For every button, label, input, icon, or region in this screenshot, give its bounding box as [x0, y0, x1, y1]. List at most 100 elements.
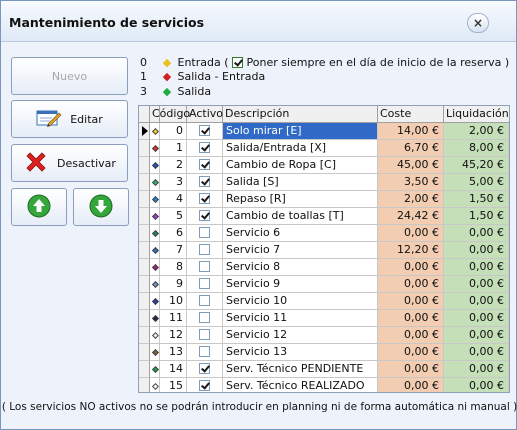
desactivar-button[interactable]: Desactivar [11, 144, 128, 182]
cell-coste[interactable]: 0,00 € [378, 259, 444, 276]
cell-liquidacion[interactable]: 0,00 € [444, 276, 509, 293]
cell-descripcion[interactable]: Servicio 9 [223, 276, 378, 293]
move-up-button[interactable] [11, 188, 67, 226]
cell-liquidacion[interactable]: 5,00 € [444, 174, 509, 191]
table-row[interactable]: 12 Servicio 12 0,00 €0,00 € [139, 327, 509, 344]
cell-liquidacion[interactable]: 45,20 € [444, 157, 509, 174]
cell-codigo[interactable]: 4 [160, 191, 187, 208]
move-down-button[interactable] [73, 188, 129, 226]
cell-codigo[interactable]: 12 [160, 327, 187, 344]
cell-codigo[interactable]: 8 [160, 259, 187, 276]
header-descripcion[interactable]: Descripción [223, 106, 378, 122]
table-row[interactable]: 14 Serv. Técnico PENDIENTE 0,00 €0,00 € [139, 361, 509, 378]
table-row[interactable]: 7 Servicio 7 12,20 €0,00 € [139, 242, 509, 259]
poner-siempre-checkbox[interactable] [232, 57, 244, 68]
table-row[interactable]: 4 Repaso [R] 2,00 €1,50 € [139, 191, 509, 208]
row-indicator[interactable] [139, 191, 150, 208]
cell-descripcion[interactable]: Salida/Entrada [X] [223, 140, 378, 157]
table-row[interactable]: 9 Servicio 9 0,00 €0,00 € [139, 276, 509, 293]
cell-coste[interactable]: 0,00 € [378, 310, 444, 327]
row-indicator[interactable] [139, 208, 150, 225]
cell-codigo[interactable]: 3 [160, 174, 187, 191]
cell-liquidacion[interactable]: 1,50 € [444, 208, 509, 225]
services-grid[interactable]: Código Activo Descripción Coste Liquidac… [138, 105, 510, 393]
cell-liquidacion[interactable]: 0,00 € [444, 225, 509, 242]
cell-descripcion[interactable]: Solo mirar [E] [223, 123, 378, 140]
row-indicator[interactable] [139, 140, 150, 157]
cell-coste[interactable]: 12,20 € [378, 242, 444, 259]
cell-coste[interactable]: 6,70 € [378, 140, 444, 157]
cell-descripcion[interactable]: Servicio 13 [223, 344, 378, 361]
header-coste[interactable]: Coste [378, 106, 444, 122]
row-indicator[interactable] [139, 378, 150, 392]
cell-codigo[interactable]: 9 [160, 276, 187, 293]
cell-descripcion[interactable]: Serv. Técnico REALIZADO [223, 378, 378, 392]
cell-codigo[interactable]: 14 [160, 361, 187, 378]
cell-codigo[interactable]: 0 [160, 123, 187, 140]
table-row[interactable]: 3 Salida [S] 3,50 €5,00 € [139, 174, 509, 191]
row-indicator[interactable] [139, 310, 150, 327]
cell-descripcion[interactable]: Cambio de Ropa [C] [223, 157, 378, 174]
cell-liquidacion[interactable]: 0,00 € [444, 310, 509, 327]
table-row[interactable]: 8 Servicio 8 0,00 €0,00 € [139, 259, 509, 276]
row-indicator[interactable] [139, 361, 150, 378]
cell-liquidacion[interactable]: 0,00 € [444, 361, 509, 378]
table-row[interactable]: 10 Servicio 10 0,00 €0,00 € [139, 293, 509, 310]
cell-codigo[interactable]: 11 [160, 310, 187, 327]
activo-checkbox[interactable] [199, 142, 210, 153]
header-activo[interactable]: Activo [187, 106, 223, 122]
activo-checkbox[interactable] [199, 380, 210, 391]
cell-coste[interactable]: 45,00 € [378, 157, 444, 174]
cell-liquidacion[interactable]: 0,00 € [444, 259, 509, 276]
activo-checkbox[interactable] [199, 346, 210, 357]
cell-liquidacion[interactable]: 0,00 € [444, 378, 509, 392]
table-row[interactable]: 13 Servicio 13 0,00 €0,00 € [139, 344, 509, 361]
table-row[interactable]: 6 Servicio 6 0,00 €0,00 € [139, 225, 509, 242]
cell-coste[interactable]: 14,00 € [378, 123, 444, 140]
activo-checkbox[interactable] [199, 363, 210, 374]
cell-liquidacion[interactable]: 0,00 € [444, 242, 509, 259]
activo-checkbox[interactable] [199, 295, 210, 306]
activo-checkbox[interactable] [199, 329, 210, 340]
cell-coste[interactable]: 2,00 € [378, 191, 444, 208]
activo-checkbox[interactable] [199, 312, 210, 323]
cell-coste[interactable]: 0,00 € [378, 293, 444, 310]
cell-codigo[interactable]: 10 [160, 293, 187, 310]
nuevo-button[interactable]: Nuevo [11, 57, 128, 95]
cell-codigo[interactable]: 1 [160, 140, 187, 157]
row-indicator[interactable] [139, 293, 150, 310]
cell-liquidacion[interactable]: 8,00 € [444, 140, 509, 157]
activo-checkbox[interactable] [199, 210, 210, 221]
cell-descripcion[interactable]: Cambio de toallas [T] [223, 208, 378, 225]
cell-descripcion[interactable]: Salida [S] [223, 174, 378, 191]
cell-codigo[interactable]: 7 [160, 242, 187, 259]
cell-descripcion[interactable]: Serv. Técnico PENDIENTE [223, 361, 378, 378]
cell-liquidacion[interactable]: 0,00 € [444, 293, 509, 310]
cell-liquidacion[interactable]: 2,00 € [444, 123, 509, 140]
cell-descripcion[interactable]: Servicio 11 [223, 310, 378, 327]
cell-descripcion[interactable]: Servicio 10 [223, 293, 378, 310]
table-row[interactable]: 0 Solo mirar [E] 14,00 €2,00 € [139, 123, 509, 140]
cell-coste[interactable]: 0,00 € [378, 327, 444, 344]
cell-coste[interactable]: 0,00 € [378, 276, 444, 293]
header-liquidacion[interactable]: Liquidación [444, 106, 509, 122]
cell-liquidacion[interactable]: 1,50 € [444, 191, 509, 208]
table-row[interactable]: 1 Salida/Entrada [X] 6,70 €8,00 € [139, 140, 509, 157]
activo-checkbox[interactable] [199, 176, 210, 187]
table-row[interactable]: 11 Servicio 11 0,00 €0,00 € [139, 310, 509, 327]
row-indicator[interactable] [139, 344, 150, 361]
cell-coste[interactable]: 0,00 € [378, 378, 444, 392]
row-indicator[interactable] [139, 157, 150, 174]
header-codigo[interactable]: Código [150, 106, 190, 122]
cell-descripcion[interactable]: Servicio 8 [223, 259, 378, 276]
cell-codigo[interactable]: 13 [160, 344, 187, 361]
cell-coste[interactable]: 0,00 € [378, 344, 444, 361]
activo-checkbox[interactable] [199, 159, 210, 170]
cell-coste[interactable]: 0,00 € [378, 225, 444, 242]
cell-codigo[interactable]: 5 [160, 208, 187, 225]
cell-descripcion[interactable]: Servicio 12 [223, 327, 378, 344]
row-indicator[interactable] [139, 242, 150, 259]
row-indicator[interactable] [139, 123, 150, 140]
activo-checkbox[interactable] [199, 227, 210, 238]
cell-descripcion[interactable]: Servicio 7 [223, 242, 378, 259]
